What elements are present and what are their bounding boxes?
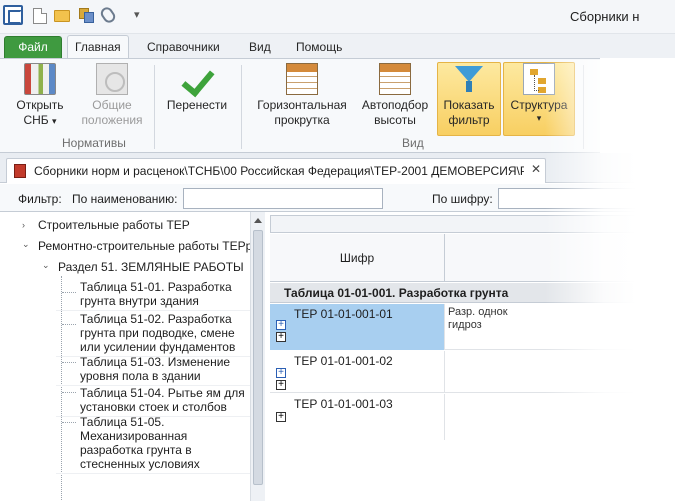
expand-arrow-icon[interactable]: ›	[22, 218, 32, 233]
rates-grid: Шифр Таблица 01-01-001. Разработка грунт…	[270, 215, 675, 501]
collection-icon	[14, 164, 26, 178]
common-label: Общие	[92, 98, 132, 112]
horizontal-label: Горизонтальная	[257, 98, 347, 112]
table-icon	[286, 63, 318, 95]
tree-item-table-51-01[interactable]: Таблица 51-01. Разработка грунта внутри …	[56, 278, 251, 311]
move-button[interactable]: Перенести	[162, 63, 232, 113]
customize-qat-icon[interactable]: ▾	[134, 8, 140, 21]
move-label: Перенести	[166, 98, 228, 112]
show-filter-label-2: фильтр	[448, 113, 490, 127]
structure-arrow-icon: ▾	[536, 113, 542, 123]
row-code: ТЕР 01-01-001-01	[270, 304, 445, 350]
tab-help[interactable]: Помощь	[289, 38, 349, 58]
app-logo-icon[interactable]	[3, 5, 23, 25]
show-filter-label: Показать	[443, 98, 495, 112]
open-snb-label: Открыть	[16, 98, 64, 112]
attach-icon[interactable]	[98, 5, 118, 25]
open-snb-label-2: СНБ ▾	[23, 113, 57, 127]
autofit-height-button[interactable]: Автоподбор высоты	[358, 63, 432, 128]
column-header-code[interactable]: Шифр	[270, 234, 445, 282]
grid-header: Шифр	[270, 234, 675, 282]
row-code: ТЕР 01-01-001-03	[270, 394, 445, 440]
document-tab-strip: Сборники норм и расценок\ТСНБ\00 Российс…	[0, 153, 675, 183]
horizontal-scroll-button[interactable]: Горизонтальная прокрутка	[254, 63, 350, 128]
scroll-thumb[interactable]	[253, 230, 263, 485]
expand-plus-icon[interactable]: +	[276, 412, 286, 422]
filter-by-code-label: По шифру:	[432, 192, 493, 206]
row-name: Разр. однок гидроз	[448, 306, 508, 331]
tree-item-table-51-03[interactable]: Таблица 51-03. Изменение уровня пола в з…	[56, 353, 251, 386]
grid-group-panel	[270, 215, 675, 233]
common-label-2: положения	[81, 113, 143, 127]
horizontal-label-2: прокрутка	[274, 113, 330, 127]
checkmark-icon	[181, 63, 213, 95]
tree-node-label: Строительные работы ТЕР	[38, 218, 190, 232]
book-icon	[24, 63, 56, 95]
application-window: ▾ Сборники н Файл Главная Справочники Ви…	[0, 0, 675, 501]
tree-scrollbar[interactable]	[250, 212, 265, 501]
expand-plus-icon[interactable]: +	[276, 368, 286, 378]
new-document-icon[interactable]	[33, 8, 47, 24]
tree-item-table-51-02[interactable]: Таблица 51-02. Разработка грунта при под…	[56, 310, 251, 357]
tab-view[interactable]: Вид	[242, 38, 278, 58]
copy-icon[interactable]	[79, 8, 94, 23]
tab-file[interactable]: Файл	[4, 36, 62, 58]
filter-by-code-input[interactable]	[498, 188, 648, 209]
structure-button[interactable]: Структура ▾	[503, 62, 575, 136]
window-title: Сборники н	[570, 9, 640, 24]
row-code: ТЕР 01-01-001-02	[270, 351, 445, 393]
ribbon-panel: Открыть СНБ ▾ Общие положения Перенести …	[0, 58, 600, 153]
group-label-view: Вид	[402, 136, 424, 150]
ribbon-separator	[583, 65, 584, 149]
ribbon-separator	[241, 65, 242, 149]
tree-node-label: Раздел 51. ЗЕМЛЯНЫЕ РАБОТЫ	[58, 260, 244, 274]
common-provisions-button[interactable]: Общие положения	[77, 63, 147, 128]
table-autofit-icon	[379, 63, 411, 95]
group-label-normatives: Нормативы	[62, 136, 126, 150]
filter-label: Фильтр:	[18, 192, 62, 206]
expand-plus-icon[interactable]: +	[276, 380, 286, 390]
open-folder-icon[interactable]	[54, 10, 70, 22]
close-tab-icon[interactable]: ✕	[531, 162, 541, 176]
filter-by-name-input[interactable]	[183, 188, 383, 209]
document-tab[interactable]: Сборники норм и расценок\ТСНБ\00 Российс…	[6, 158, 546, 183]
tree-structure-icon	[523, 63, 555, 95]
autofit-label: Автоподбор	[361, 98, 429, 112]
filter-by-name-label: По наименованию:	[72, 192, 178, 206]
autofit-label-2: высоты	[374, 113, 416, 127]
scroll-up-icon[interactable]	[254, 218, 262, 223]
tree-panel: › Строительные работы ТЕР ⌄ Ремонтно-стр…	[0, 212, 265, 501]
table-row[interactable]: ТЕР 01-01-001-03 +	[270, 394, 675, 440]
quick-access-toolbar: ▾ Сборники н	[0, 0, 675, 34]
grid-group-row[interactable]: Таблица 01-01-001. Разработка грунта	[270, 283, 675, 303]
table-row[interactable]: ТЕР 01-01-001-01 Разр. однок гидроз + +	[270, 304, 675, 350]
collapse-arrow-icon[interactable]: ⌄	[42, 258, 52, 273]
open-snb-button[interactable]: Открыть СНБ ▾	[10, 63, 70, 129]
expand-plus-icon[interactable]: +	[276, 320, 286, 330]
table-row[interactable]: ТЕР 01-01-001-02 + +	[270, 351, 675, 393]
structure-label: Структура	[510, 98, 568, 112]
tab-references[interactable]: Справочники	[140, 38, 227, 58]
collapse-arrow-icon[interactable]: ⌄	[22, 237, 32, 252]
tree-item-table-51-05[interactable]: Таблица 51-05. Механизированная разработ…	[56, 413, 251, 474]
show-filter-button[interactable]: Показать фильтр	[437, 62, 501, 136]
document-tab-title: Сборники норм и расценок\ТСНБ\00 Российс…	[34, 164, 524, 178]
document-icon	[96, 63, 128, 95]
ribbon-tabs: Файл Главная Справочники Вид Помощь	[0, 34, 675, 59]
tab-home[interactable]: Главная	[67, 35, 129, 59]
funnel-icon	[453, 63, 485, 95]
ribbon-separator	[154, 65, 155, 149]
tree-node-label: Ремонтно-строительные работы ТЕРр	[38, 239, 253, 253]
filter-bar: Фильтр: По наименованию: По шифру:	[0, 184, 675, 212]
expand-plus-icon[interactable]: +	[276, 332, 286, 342]
